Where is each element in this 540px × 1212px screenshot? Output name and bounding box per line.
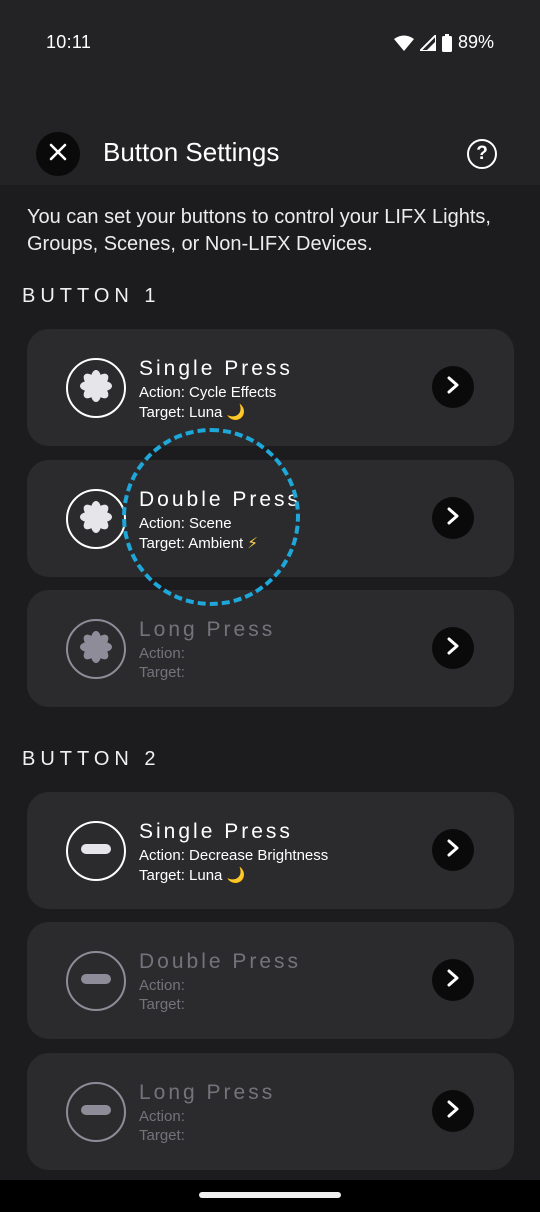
- press-card-b2-long[interactable]: Long Press Action: Target:: [27, 1053, 514, 1170]
- button-2-circle: [66, 951, 126, 1011]
- lightning-emoji: ⚡: [247, 535, 258, 552]
- status-bar: 10:11 89%: [0, 0, 540, 88]
- app-header: Button Settings ?: [0, 88, 540, 185]
- flower-icon: [79, 500, 113, 539]
- intro-text: You can set your buttons to control your…: [27, 206, 491, 255]
- chevron-right-button[interactable]: [432, 959, 474, 1001]
- chevron-right-button[interactable]: [432, 1090, 474, 1132]
- home-gesture-handle[interactable]: [199, 1192, 341, 1198]
- minus-icon: [80, 972, 112, 990]
- button-1-circle: [66, 619, 126, 679]
- press-title: Double Press: [139, 950, 302, 973]
- section-label-button-1: BUTTON 1: [22, 285, 161, 307]
- minus-icon: [80, 842, 112, 860]
- press-title: Long Press: [139, 1081, 276, 1104]
- press-target: Target:: [139, 996, 185, 1013]
- press-action: Action: Decrease Brightness: [139, 847, 329, 864]
- chevron-right-icon: [446, 376, 460, 399]
- minus-icon: [80, 1103, 112, 1121]
- press-action: Action:: [139, 1108, 185, 1125]
- chevron-right-icon: [446, 1100, 460, 1123]
- press-target: Target: Ambient ⚡: [139, 535, 258, 552]
- press-title: Double Press: [139, 488, 302, 511]
- press-card-b2-double[interactable]: Double Press Action: Target:: [27, 922, 514, 1039]
- press-card-b2-single[interactable]: Single Press Action: Decrease Brightness…: [27, 792, 514, 909]
- press-title: Single Press: [139, 357, 293, 380]
- help-button[interactable]: ?: [467, 139, 497, 169]
- close-icon: [48, 142, 68, 167]
- chevron-right-button[interactable]: [432, 497, 474, 539]
- section-label-button-2: BUTTON 2: [22, 748, 161, 770]
- moon-emoji: 🌙: [226, 867, 246, 884]
- screen: 10:11 89% Button Settings ? You can set …: [0, 0, 540, 1212]
- button-2-circle: [66, 821, 126, 881]
- press-card-b1-single[interactable]: Single Press Action: Cycle Effects Targe…: [27, 329, 514, 446]
- press-target: Target: Luna 🌙: [139, 404, 246, 421]
- chevron-right-icon: [446, 839, 460, 862]
- battery-percent: 89%: [457, 32, 494, 52]
- press-action: Action:: [139, 645, 185, 662]
- signal-icon: [419, 34, 436, 51]
- press-title: Long Press: [139, 618, 276, 641]
- moon-emoji: 🌙: [226, 404, 246, 421]
- press-title: Single Press: [139, 820, 293, 843]
- press-target: Target:: [139, 1127, 185, 1144]
- press-target: Target: Luna 🌙: [139, 867, 246, 884]
- press-action: Action:: [139, 977, 185, 994]
- press-card-b1-long[interactable]: Long Press Action: Target:: [27, 590, 514, 707]
- chevron-right-icon: [446, 969, 460, 992]
- button-2-circle: [66, 1082, 126, 1142]
- press-action: Action: Cycle Effects: [139, 384, 277, 401]
- press-card-b1-double[interactable]: Double Press Action: Scene Target: Ambie…: [27, 460, 514, 577]
- chevron-right-button[interactable]: [432, 829, 474, 871]
- press-action: Action: Scene: [139, 515, 232, 532]
- page-title: Button Settings: [103, 137, 280, 167]
- button-1-circle: [66, 358, 126, 418]
- press-target: Target:: [139, 664, 185, 681]
- wifi-icon: [393, 35, 414, 51]
- flower-icon: [79, 369, 113, 408]
- chevron-right-button[interactable]: [432, 627, 474, 669]
- flower-icon: [79, 630, 113, 669]
- battery-icon: [441, 33, 452, 52]
- chevron-right-icon: [446, 507, 460, 530]
- status-time: 10:11: [46, 32, 92, 52]
- chevron-right-icon: [446, 637, 460, 660]
- close-button[interactable]: [36, 132, 80, 176]
- help-icon: ?: [476, 143, 488, 164]
- navigation-bar: [0, 1180, 540, 1212]
- button-1-circle: [66, 489, 126, 549]
- chevron-right-button[interactable]: [432, 366, 474, 408]
- status-icons: 89%: [393, 32, 494, 53]
